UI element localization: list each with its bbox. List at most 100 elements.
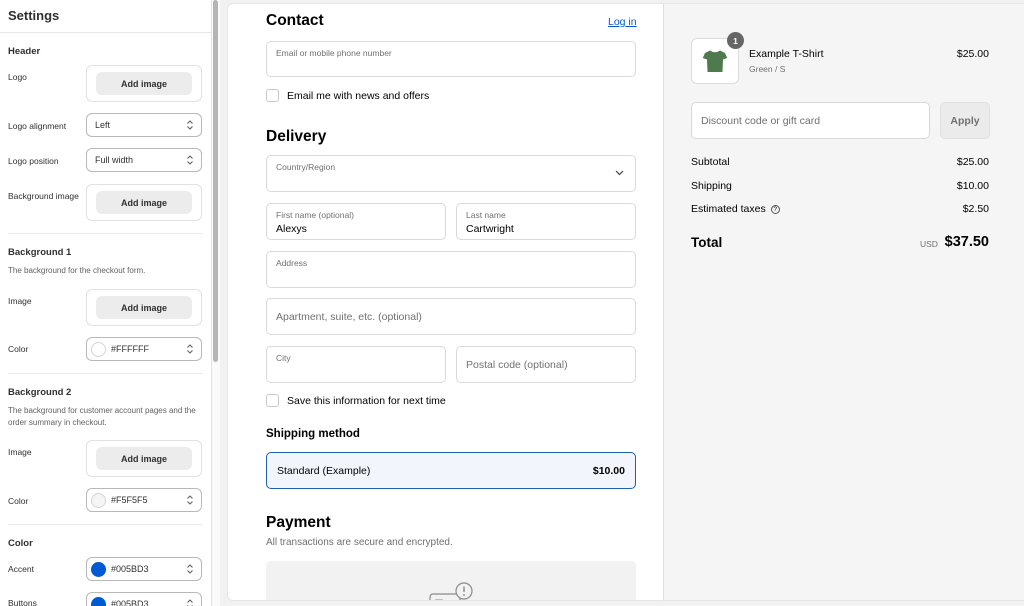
color-swatch [91, 341, 106, 357]
background2-color-select[interactable]: #F5F5F5 [86, 488, 202, 512]
discount-code-input[interactable]: Discount code or gift card [691, 102, 930, 139]
background1-color-select[interactable]: #FFFFFF [86, 337, 202, 361]
country-select[interactable]: Country/Region [266, 155, 636, 192]
product-price: $25.00 [956, 48, 989, 60]
shipping-method-heading: Shipping method [266, 428, 360, 440]
background1-description: The background for the checkout form. [8, 266, 146, 275]
select-arrows-icon [187, 155, 193, 165]
accent-color-label: Accent [8, 564, 34, 574]
color-swatch [91, 596, 106, 606]
payment-heading: Payment [266, 514, 331, 531]
postal-code-field[interactable]: Postal code (optional) [456, 346, 636, 383]
subtotal-label: Subtotal [691, 156, 730, 168]
shipping-option-standard[interactable]: Standard (Example) $10.00 [266, 452, 636, 489]
product-variant: Green / S [749, 64, 786, 74]
background2-heading: Background 2 [8, 387, 72, 398]
background1-color-value: #FFFFFF [111, 344, 149, 354]
total-currency: USD [920, 239, 938, 249]
payment-card-warning-icon [429, 582, 473, 600]
first-name-field[interactable]: First name (optional) Alexys [266, 203, 446, 240]
estimated-taxes-label: Estimated taxes [691, 203, 766, 215]
tshirt-icon [702, 50, 728, 72]
discount-code-placeholder: Discount code or gift card [701, 115, 821, 127]
select-arrows-icon [187, 564, 193, 574]
quantity-badge: 1 [727, 32, 744, 49]
total-label: Total [691, 235, 723, 250]
logo-position-label: Logo position [8, 156, 59, 166]
save-info-checkbox[interactable] [266, 394, 279, 407]
divider [8, 373, 203, 374]
product-name: Example T-Shirt [749, 48, 824, 60]
add-background-image-button[interactable]: Add image [96, 191, 192, 214]
total-value: $37.50 [944, 234, 989, 250]
order-summary: 1 Example T-Shirt Green / S $25.00 Disco… [663, 3, 1024, 601]
shipping-label: Shipping [691, 180, 732, 192]
background2-color-value: #F5F5F5 [111, 495, 148, 505]
header-section-heading: Header [8, 46, 41, 57]
select-arrows-icon [187, 344, 193, 354]
checkout-form: Contact Log in Email or mobile phone num… [227, 3, 664, 601]
logo-image-box: Add image [86, 65, 202, 102]
background1-heading: Background 1 [8, 247, 72, 258]
add-background1-image-button[interactable]: Add image [96, 296, 192, 319]
apartment-placeholder: Apartment, suite, etc. (optional) [276, 310, 422, 323]
logo-label: Logo [8, 72, 27, 82]
sidebar-scrollbar[interactable] [213, 0, 218, 362]
color-swatch [91, 561, 106, 577]
shipping-option-name: Standard (Example) [277, 465, 371, 477]
estimated-taxes-value: $2.50 [962, 203, 989, 215]
country-label: Country/Region [276, 162, 336, 172]
background-image-box: Add image [86, 184, 202, 221]
email-field-label: Email or mobile phone number [276, 48, 392, 58]
apply-button[interactable]: Apply [940, 102, 990, 139]
last-name-value: Cartwright [466, 223, 514, 235]
shipping-option-price: $10.00 [592, 465, 625, 477]
chevron-down-icon [615, 170, 624, 176]
background2-description: The background for customer account page… [8, 406, 196, 427]
shipping-value: $10.00 [956, 180, 989, 192]
question-circle-icon[interactable]: ? [770, 205, 780, 214]
background2-image-label: Image [8, 447, 32, 457]
log-in-link[interactable]: Log in [608, 16, 637, 28]
payment-placeholder-box [266, 561, 636, 600]
logo-position-select[interactable]: Full width [86, 148, 202, 172]
contact-heading: Contact [266, 12, 324, 29]
divider [8, 233, 203, 234]
background2-color-label: Color [8, 496, 29, 506]
last-name-label: Last name [466, 210, 506, 220]
logo-alignment-label: Logo alignment [8, 121, 67, 131]
subtotal-value: $25.00 [956, 156, 989, 168]
buttons-color-select[interactable]: #005BD3 [86, 592, 202, 606]
logo-position-value: Full width [95, 155, 134, 165]
address-field[interactable]: Address [266, 251, 636, 288]
add-logo-image-button[interactable]: Add image [96, 72, 192, 95]
color-section-heading: Color [8, 538, 33, 549]
email-field[interactable]: Email or mobile phone number [266, 41, 636, 77]
newsletter-checkbox[interactable] [266, 89, 279, 102]
first-name-label: First name (optional) [276, 210, 354, 220]
last-name-field[interactable]: Last name Cartwright [456, 203, 636, 240]
buttons-color-label: Buttons [8, 598, 37, 606]
logo-alignment-value: Left [95, 120, 111, 130]
city-field[interactable]: City [266, 346, 446, 383]
save-info-checkbox-row[interactable]: Save this information for next time [266, 394, 446, 407]
settings-title: Settings [8, 8, 60, 23]
apartment-field[interactable]: Apartment, suite, etc. (optional) [266, 298, 636, 335]
buttons-color-value: #005BD3 [111, 599, 149, 606]
color-swatch [91, 492, 106, 508]
postal-code-placeholder: Postal code (optional) [466, 358, 568, 371]
first-name-value: Alexys [276, 223, 307, 235]
add-background2-image-button[interactable]: Add image [96, 447, 192, 470]
accent-color-value: #005BD3 [111, 564, 149, 574]
divider [0, 32, 211, 33]
select-arrows-icon [187, 599, 193, 606]
estimated-taxes-row: Estimated taxes? [691, 203, 780, 215]
background1-image-box: Add image [86, 289, 202, 326]
newsletter-checkbox-row[interactable]: Email me with news and offers [266, 89, 429, 102]
settings-sidebar: Settings Header Logo Add image Logo alig… [0, 0, 212, 606]
accent-color-select[interactable]: #005BD3 [86, 557, 202, 581]
city-label: City [276, 353, 291, 363]
logo-alignment-select[interactable]: Left [86, 113, 202, 137]
select-arrows-icon [187, 495, 193, 505]
background1-image-label: Image [8, 296, 32, 306]
